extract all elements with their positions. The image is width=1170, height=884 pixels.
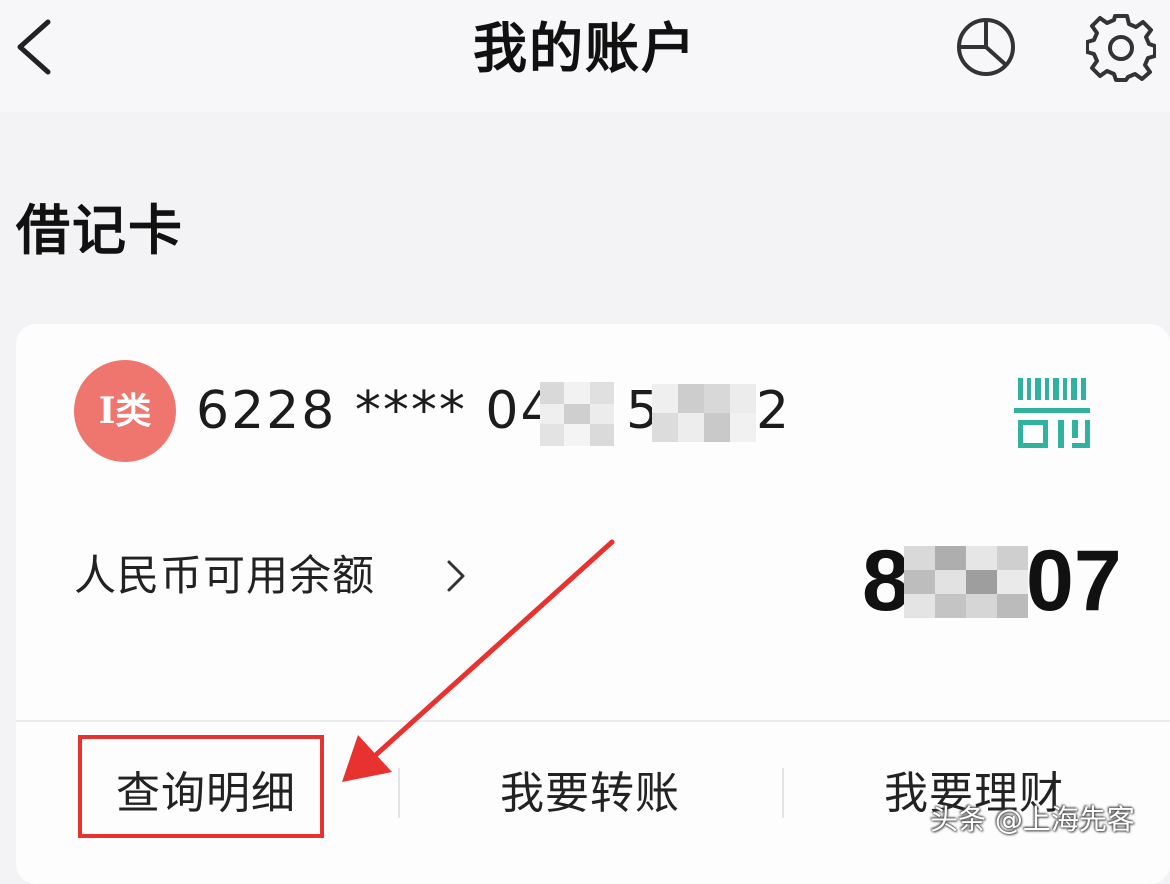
card-number-end: 2	[756, 381, 792, 441]
card-number: 6228 **** 04	[196, 376, 556, 446]
card-number-prefix: 6228 **** 04	[196, 381, 556, 441]
balance-label: 人民币可用余额	[74, 551, 376, 600]
balance-amount-end: 07	[1026, 533, 1122, 629]
barcode-scan-icon	[1014, 378, 1090, 448]
card-number-mosaic-1	[540, 382, 614, 446]
watermark: 头条 @上海先客	[930, 803, 1135, 836]
balance-amount: 8	[862, 533, 910, 629]
settings-button[interactable]	[1085, 13, 1157, 83]
card-class-badge: I类	[74, 360, 176, 462]
top-bar: 我的账户	[0, 0, 1170, 112]
balance-mosaic	[904, 546, 1028, 618]
action-separator	[782, 768, 784, 818]
transfer-button[interactable]: 我要转账	[470, 754, 710, 834]
section-title: 借记卡	[16, 199, 184, 262]
pie-chart-icon	[957, 18, 1015, 76]
card-number-mosaic-2	[652, 384, 756, 442]
chevron-right-icon	[447, 560, 465, 592]
highlight-box	[78, 735, 324, 838]
gear-icon	[1085, 14, 1157, 82]
transfer-label: 我要转账	[500, 768, 680, 819]
balance-label-link[interactable]: 人民币可用余额	[74, 546, 465, 606]
card-divider	[16, 720, 1170, 722]
action-separator	[398, 768, 400, 818]
qr-code-button[interactable]	[1014, 374, 1094, 454]
statistics-button[interactable]	[954, 15, 1018, 79]
